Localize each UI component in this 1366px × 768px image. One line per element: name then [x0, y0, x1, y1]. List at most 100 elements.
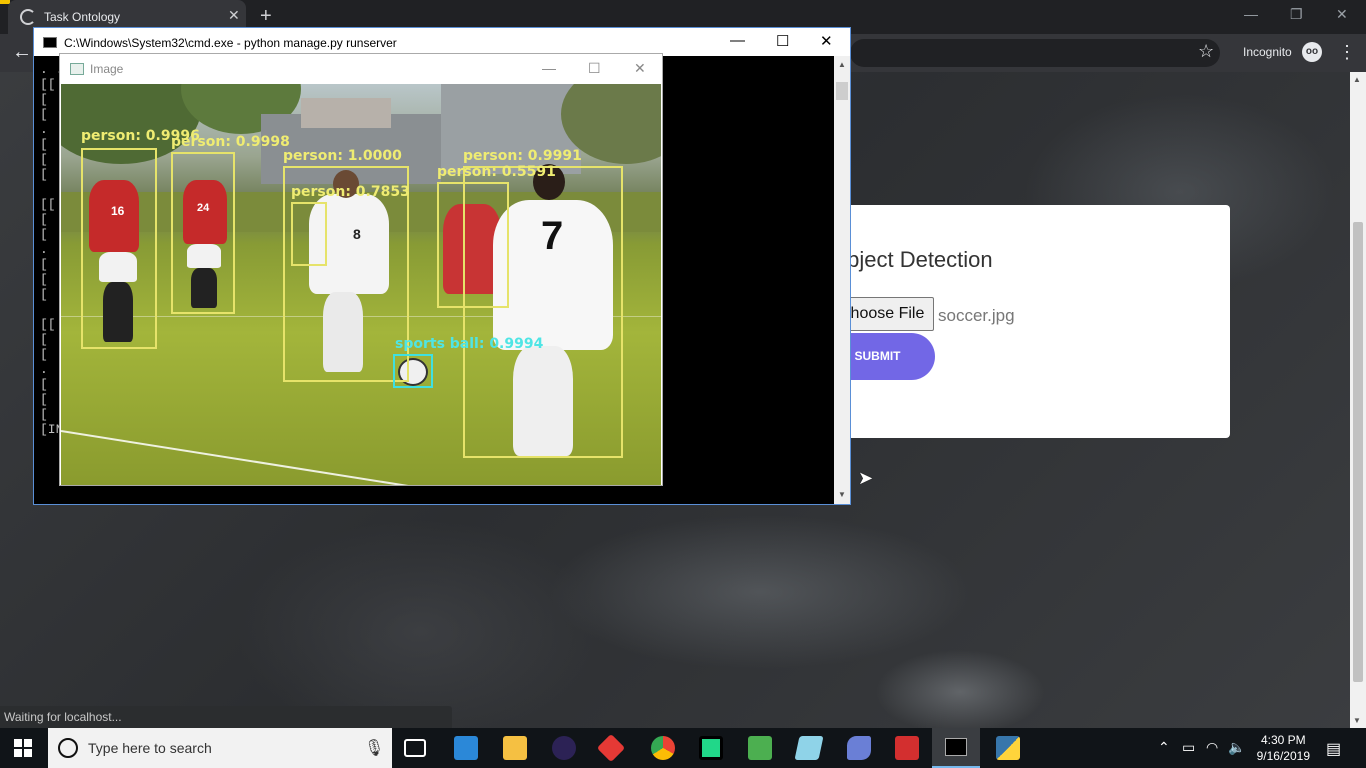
- console-line: [: [40, 377, 48, 392]
- console-line: [: [40, 347, 48, 362]
- loading-spinner-icon: [20, 9, 36, 25]
- minimize-icon[interactable]: —: [1244, 6, 1258, 22]
- search-placeholder: Type here to search: [88, 740, 212, 756]
- detection-label: person: 0.9998: [171, 134, 290, 150]
- chrome-icon[interactable]: [651, 736, 675, 760]
- cmd-scroll-thumb[interactable]: [836, 82, 848, 100]
- image-minimize-icon[interactable]: —: [542, 60, 556, 76]
- task-view-icon[interactable]: [404, 739, 426, 757]
- cmd-titlebar[interactable]: C:\Windows\System32\cmd.exe - python man…: [34, 28, 850, 56]
- battery-icon[interactable]: ▭: [1182, 739, 1195, 756]
- git-icon[interactable]: [596, 733, 626, 763]
- mysql-icon[interactable]: [847, 736, 871, 760]
- console-line: [[: [40, 77, 56, 92]
- back-arrow-icon[interactable]: ←: [12, 41, 32, 64]
- detection-label: person: 0.9991: [463, 148, 582, 164]
- detection-box: [171, 152, 235, 314]
- wifi-icon[interactable]: ◠: [1206, 739, 1218, 756]
- vscode-icon[interactable]: [454, 736, 478, 760]
- microphone-icon[interactable]: 🎙: [364, 738, 384, 758]
- cmd-icon: [43, 37, 57, 48]
- status-bubble: Waiting for localhost...: [0, 706, 452, 728]
- image-window: Image — ☐ ✕ 16 24 8 7 person: 0.9996 per…: [59, 53, 663, 486]
- eclipse-icon[interactable]: [552, 736, 576, 760]
- detection-box-ball: [393, 354, 433, 388]
- image-icon: [70, 63, 84, 75]
- detection-box: [81, 148, 157, 349]
- tab-title: Task Ontology: [44, 10, 121, 24]
- console-line: [: [40, 287, 48, 302]
- cmd-scrollbar[interactable]: ▲ ▼: [834, 56, 850, 504]
- cmd-maximize-icon[interactable]: ☐: [776, 32, 789, 50]
- tray-chevron-icon[interactable]: ⌃: [1158, 739, 1170, 756]
- detection-label: person: 1.0000: [283, 148, 402, 164]
- cmd-close-icon[interactable]: ✕: [820, 32, 833, 50]
- cmd-minimize-icon[interactable]: —: [730, 32, 745, 49]
- notes-icon[interactable]: [794, 736, 824, 760]
- console-line: [: [40, 272, 48, 287]
- building-roof: [301, 98, 391, 128]
- console-line: [: [40, 107, 48, 122]
- console-line: [: [40, 332, 48, 347]
- image-window-title: Image: [90, 62, 124, 76]
- scroll-down-icon[interactable]: ▼: [1353, 716, 1361, 725]
- new-tab-button[interactable]: +: [260, 5, 272, 28]
- console-line: [: [40, 92, 48, 107]
- kebab-menu-icon[interactable]: ⋮: [1338, 42, 1356, 63]
- cmd-taskbar-icon: [945, 738, 967, 756]
- scroll-thumb[interactable]: [1353, 222, 1363, 682]
- close-icon[interactable]: ✕: [1336, 6, 1348, 23]
- detection-label: person: 0.7853: [291, 184, 410, 200]
- console-line: [[: [40, 197, 56, 212]
- bookmark-star-icon[interactable]: ☆: [1198, 41, 1214, 62]
- cortana-icon: [58, 738, 78, 758]
- file-explorer-icon[interactable]: [503, 736, 527, 760]
- image-close-icon[interactable]: ✕: [634, 60, 646, 77]
- spreadsheet-icon[interactable]: [748, 736, 772, 760]
- taskbar-search-box[interactable]: Type here to search 🎙: [48, 728, 392, 768]
- console-line: .: [40, 242, 48, 257]
- system-clock[interactable]: 4:30 PM 9/16/2019: [1257, 732, 1310, 764]
- scroll-up-icon[interactable]: ▲: [1353, 75, 1361, 84]
- detection-label: person: 0.5591: [437, 164, 556, 180]
- console-line: [: [40, 152, 48, 167]
- cmd-scroll-down-icon[interactable]: ▼: [838, 490, 846, 499]
- detection-photo: 16 24 8 7 person: 0.9996 person: 0.9998 …: [61, 84, 661, 485]
- console-line: [: [40, 407, 48, 422]
- detection-box: [437, 182, 509, 308]
- console-line: [: [40, 212, 48, 227]
- console-line: [[: [40, 317, 56, 332]
- pycharm-icon[interactable]: [699, 736, 723, 760]
- console-line: [: [40, 392, 48, 407]
- cmd-scroll-up-icon[interactable]: ▲: [838, 60, 846, 69]
- console-line: [: [40, 257, 48, 272]
- console-line: [: [40, 227, 48, 242]
- clock-date: 9/16/2019: [1256, 749, 1310, 763]
- upload-card: Object Detection Choose File soccer.jpg …: [790, 205, 1230, 438]
- incognito-icon[interactable]: oo: [1302, 42, 1322, 62]
- incognito-label: Incognito: [1243, 45, 1292, 59]
- console-line: [: [40, 137, 48, 152]
- address-bar[interactable]: [850, 39, 1220, 67]
- windows-taskbar: Type here to search 🎙 ⌃ ▭ ◠ 🔈 4:30 PM 9/…: [0, 728, 1366, 768]
- taskbar-active-cmd[interactable]: [932, 728, 980, 768]
- image-titlebar[interactable]: Image — ☐ ✕: [60, 54, 662, 84]
- page-scrollbar[interactable]: ▲ ▼: [1350, 72, 1366, 728]
- clock-time: 4:30 PM: [1260, 733, 1306, 747]
- console-line: .: [40, 362, 48, 377]
- acrobat-icon[interactable]: [895, 736, 919, 760]
- console-line: .: [40, 122, 48, 137]
- detection-box: [291, 202, 327, 266]
- detection-label: sports ball: 0.9994: [395, 336, 544, 352]
- windows-start-icon[interactable]: [14, 739, 32, 757]
- notifications-icon[interactable]: ▤: [1326, 739, 1341, 759]
- volume-icon[interactable]: 🔈: [1228, 739, 1245, 756]
- restore-icon[interactable]: ❐: [1290, 6, 1303, 23]
- tab-close-icon[interactable]: ✕: [228, 7, 240, 24]
- cmd-title: C:\Windows\System32\cmd.exe - python man…: [64, 36, 397, 50]
- python-icon[interactable]: [996, 736, 1020, 760]
- console-line: [: [40, 167, 48, 182]
- page-title: Object Detection: [830, 247, 993, 272]
- image-maximize-icon[interactable]: ☐: [588, 60, 601, 77]
- mouse-cursor-icon: ➤: [858, 468, 874, 488]
